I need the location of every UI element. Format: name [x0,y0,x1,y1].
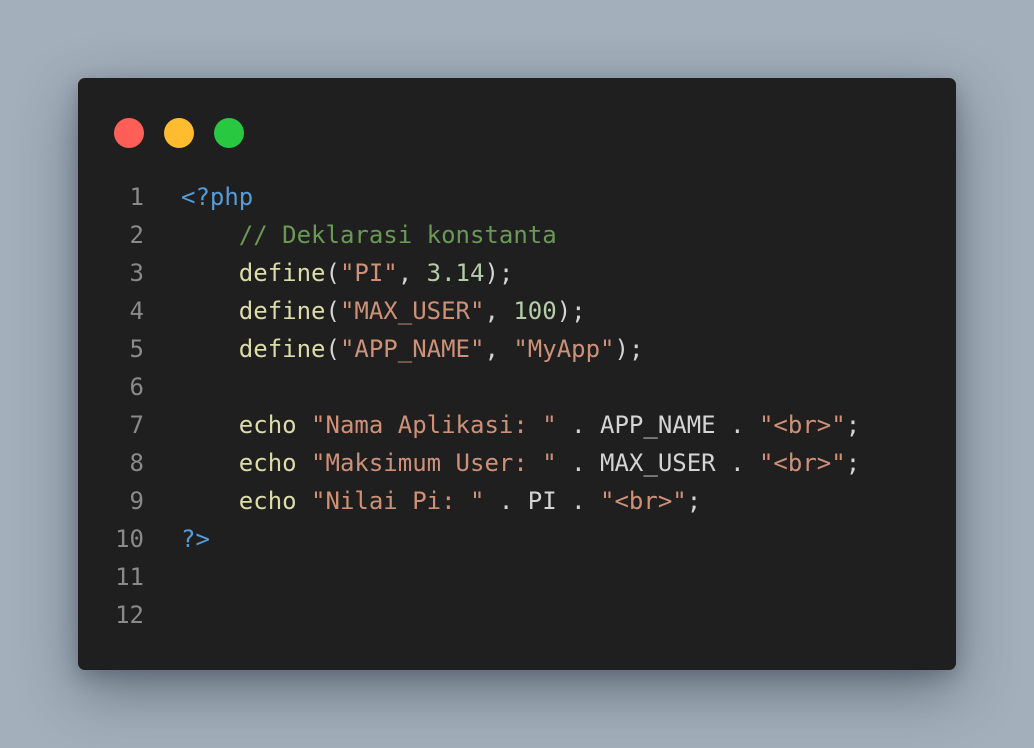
code-text: echo "Nilai Pi: " . PI . "<br>"; [181,482,701,520]
code-token-plain: ); [614,335,644,363]
line-number: 6 [129,373,144,401]
code-token-tag: <?php [181,183,254,211]
close-dot-icon[interactable] [114,118,144,148]
code-token-plain: . PI . [484,487,601,515]
code-token-string: "<br>" [600,487,687,515]
code-text: echo "Maksimum User: " . MAX_USER . "<br… [181,444,860,482]
code-text: <?php [181,178,253,216]
code-token-plain: , [484,335,514,363]
code-text: define("PI", 3.14); [181,254,514,292]
line-number: 12 [115,601,144,629]
code-token-string: "MyApp" [513,335,615,363]
code-token-string: "Nilai Pi: " [311,487,485,515]
code-token-comment: // Deklarasi konstanta [238,221,557,249]
code-token-tag: ?> [181,525,210,553]
line-number: 9 [129,487,144,515]
line-number: 10 [115,525,144,553]
code-token-string: "Maksimum User: " [311,449,557,477]
code-token-function: echo [238,411,297,439]
code-token-plain: , [397,259,427,287]
code-token-string: "PI" [339,259,398,287]
code-text: // Deklarasi konstanta [181,216,557,254]
code-token-function: echo [238,449,297,477]
code-token-plain: ; [845,411,861,439]
line-number: 7 [129,411,144,439]
code-text: ?> [181,520,210,558]
code-token-plain: . APP_NAME . [556,411,759,439]
line-number: 4 [129,297,144,325]
code-token-plain: . MAX_USER . [556,449,759,477]
code-text: echo "Nama Aplikasi: " . APP_NAME . "<br… [181,406,860,444]
code-token-string: "APP_NAME" [339,335,485,363]
code-window: 1 <?php 2 // Deklarasi konstanta 3 define("… [78,78,956,670]
code-token-plain: ( [325,259,340,287]
code-token-plain: ; [845,449,861,477]
code-token-string: "Nama Aplikasi: " [311,411,557,439]
code-token-plain: ); [484,259,514,287]
code-token-function: define [238,259,326,287]
code-token-plain: ( [325,335,340,363]
zoom-dot-icon[interactable] [214,118,244,148]
code-token-function: define [238,297,326,325]
line-number: 11 [115,563,144,591]
code-token-function: echo [238,487,297,515]
code-token-number: 3.14 [426,259,485,287]
code-token-plain: ; [686,487,702,515]
line-number: 5 [129,335,144,363]
line-number: 8 [129,449,144,477]
code-token-string: "<br>" [758,411,846,439]
line-number: 2 [129,221,144,249]
code-text: define("APP_NAME", "MyApp"); [181,330,644,368]
code-token-string: "<br>" [758,449,846,477]
code-token-plain: ( [325,297,340,325]
code-token-function: define [238,335,326,363]
code-token-plain: , [484,297,514,325]
code-token-number: 100 [513,297,557,325]
code-token-string: "MAX_USER" [339,297,485,325]
line-number: 3 [129,259,144,287]
code-token-plain: ); [556,297,586,325]
code-text: define("MAX_USER", 100); [181,292,586,330]
line-number: 1 [129,183,144,211]
minimize-dot-icon[interactable] [164,118,194,148]
